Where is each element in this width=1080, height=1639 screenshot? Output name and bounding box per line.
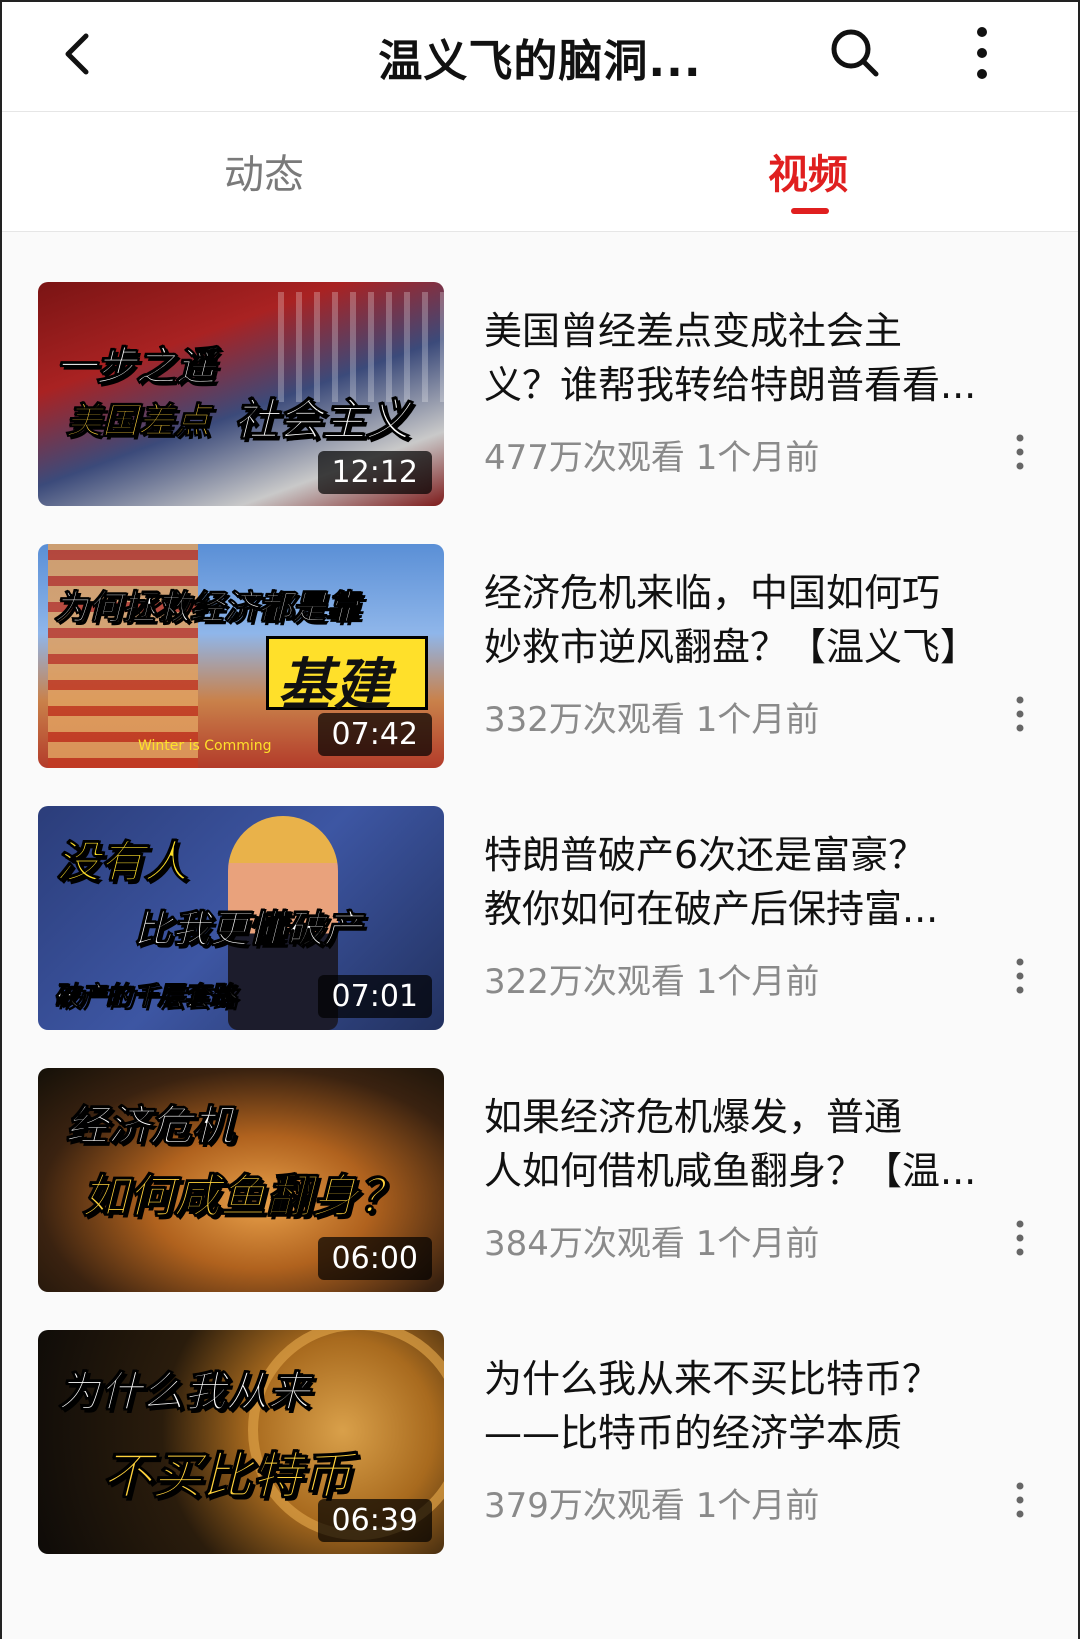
more-vertical-icon: [1016, 696, 1024, 732]
video-thumbnail[interactable]: 一步之遥 美国差点 社会主义 12:12: [38, 282, 444, 506]
video-stats: 332万次观看 1个月前: [484, 692, 1044, 741]
view-count: 477万次观看: [484, 438, 685, 478]
video-thumbnail[interactable]: 为何拯救经济都是靠 基建 Winter is Comming 07:42: [38, 544, 444, 768]
thumb-caption: 如何咸鱼翻身？: [82, 1169, 405, 1224]
view-count: 379万次观看: [484, 1486, 685, 1526]
video-item[interactable]: 一步之遥 美国差点 社会主义 12:12 美国曾经差点变成社会主 义？谁帮我转给…: [2, 282, 1078, 544]
view-count: 384万次观看: [484, 1224, 685, 1264]
view-count: 322万次观看: [484, 962, 685, 1002]
upload-age: 1个月前: [695, 700, 820, 740]
video-stats: 322万次观看 1个月前: [484, 954, 1044, 1003]
video-meta: 为什么我从来不买比特币？ ——比特币的经济学本质 379万次观看 1个月前: [484, 1352, 1044, 1527]
scaffold-graphic: [48, 544, 198, 768]
video-meta: 经济危机来临，中国如何巧 妙救市逆风翻盘？【温义飞】 332万次观看 1个月前: [484, 566, 1044, 741]
video-duration: 12:12: [317, 451, 432, 494]
app-screen: 温义飞的脑洞... 动态 视频 一步之遥 美国差点 社会主义 12:12 美国曾…: [0, 0, 1080, 1639]
item-more-button[interactable]: [1012, 1218, 1028, 1258]
video-item[interactable]: 为何拯救经济都是靠 基建 Winter is Comming 07:42 经济危…: [2, 544, 1078, 806]
video-item[interactable]: 经济危机 如何咸鱼翻身？ 06:00 如果经济危机爆发，普通 人如何借机咸鱼翻身…: [2, 1068, 1078, 1330]
item-more-button[interactable]: [1012, 956, 1028, 996]
video-duration: 06:39: [317, 1499, 432, 1542]
video-title-line: 妙救市逆风翻盘？【温义飞】: [484, 625, 979, 669]
video-meta: 特朗普破产6次还是富豪？ 教你如何在破产后保持富... 322万次观看 1个月前: [484, 828, 1044, 1003]
video-thumbnail[interactable]: 经济危机 如何咸鱼翻身？ 06:00: [38, 1068, 444, 1292]
video-title-line: 义？谁帮我转给特朗普看看...: [484, 363, 977, 407]
video-title[interactable]: 如果经济危机爆发，普通 人如何借机咸鱼翻身？【温...: [484, 1090, 1044, 1198]
page-title: 温义飞的脑洞...: [378, 35, 702, 87]
thumb-caption: 基建: [278, 653, 390, 718]
video-title-line: 如果经济危机爆发，普通: [484, 1095, 903, 1139]
thumb-caption: 经济危机: [65, 1101, 235, 1151]
video-title[interactable]: 为什么我从来不买比特币？ ——比特币的经济学本质: [484, 1352, 1044, 1460]
more-vertical-icon: [1016, 1220, 1024, 1256]
video-meta: 美国曾经差点变成社会主 义？谁帮我转给特朗普看看... 477万次观看 1个月前: [484, 304, 1044, 479]
chevron-left-icon: [65, 33, 89, 75]
video-title-line: 教你如何在破产后保持富...: [484, 887, 939, 931]
search-button[interactable]: [824, 22, 886, 84]
more-options-button[interactable]: [960, 20, 1004, 86]
video-title[interactable]: 经济危机来临，中国如何巧 妙救市逆风翻盘？【温义飞】: [484, 566, 1044, 674]
more-vertical-icon: [1016, 434, 1024, 470]
thumb-caption: 破产的千层套路: [53, 982, 237, 1013]
video-item[interactable]: 没有人 比我更懂破产 破产的千层套路 07:01 特朗普破产6次还是富豪？ 教你…: [2, 806, 1078, 1068]
thumb-caption: 为何拯救经济都是靠: [54, 588, 361, 629]
video-title-line: 人如何借机咸鱼翻身？【温...: [484, 1149, 977, 1193]
thumb-caption: 社会主义: [234, 395, 411, 447]
upload-age: 1个月前: [695, 1486, 820, 1526]
video-title[interactable]: 美国曾经差点变成社会主 义？谁帮我转给特朗普看看...: [484, 304, 1044, 412]
thumb-caption: 比我更懂破产: [133, 907, 363, 952]
video-stats: 477万次观看 1个月前: [484, 430, 1044, 479]
thumb-caption: 不买比特币: [102, 1447, 353, 1506]
item-more-button[interactable]: [1012, 432, 1028, 472]
back-button[interactable]: [50, 24, 110, 84]
video-title-line: 特朗普破产6次还是富豪？: [484, 833, 927, 877]
thumb-caption: 美国差点: [65, 401, 211, 443]
tab-videos[interactable]: 视频: [768, 142, 848, 200]
item-more-button[interactable]: [1012, 1480, 1028, 1520]
active-tab-indicator: [791, 208, 829, 214]
video-title-line: 美国曾经差点变成社会主: [484, 309, 903, 353]
tab-bar: 动态 视频: [2, 112, 1078, 232]
video-title-line: 为什么我从来不买比特币？: [484, 1357, 941, 1401]
video-title-line: 经济危机来临，中国如何巧: [484, 571, 941, 615]
more-vertical-icon: [977, 27, 987, 79]
video-duration: 06:00: [317, 1237, 432, 1280]
video-title[interactable]: 特朗普破产6次还是富豪？ 教你如何在破产后保持富...: [484, 828, 1044, 936]
tab-dynamic[interactable]: 动态: [224, 142, 304, 200]
view-count: 332万次观看: [484, 700, 685, 740]
video-stats: 384万次观看 1个月前: [484, 1216, 1044, 1265]
item-more-button[interactable]: [1012, 694, 1028, 734]
more-vertical-icon: [1016, 958, 1024, 994]
video-duration: 07:42: [317, 713, 432, 756]
thumb-caption: 为什么我从来: [57, 1367, 311, 1417]
video-thumbnail[interactable]: 为什么我从来 不买比特币 06:39: [38, 1330, 444, 1554]
thumb-caption: Winter is Comming: [138, 738, 272, 754]
thumb-caption: 没有人: [56, 837, 189, 889]
more-vertical-icon: [1016, 1482, 1024, 1518]
video-list: 一步之遥 美国差点 社会主义 12:12 美国曾经差点变成社会主 义？谁帮我转给…: [2, 232, 1078, 1639]
video-item[interactable]: 为什么我从来 不买比特币 06:39 为什么我从来不买比特币？ ——比特币的经济…: [2, 1330, 1078, 1592]
video-meta: 如果经济危机爆发，普通 人如何借机咸鱼翻身？【温... 384万次观看 1个月前: [484, 1090, 1044, 1265]
video-stats: 379万次观看 1个月前: [484, 1478, 1044, 1527]
video-thumbnail[interactable]: 没有人 比我更懂破产 破产的千层套路 07:01: [38, 806, 444, 1030]
header-bar: 温义飞的脑洞...: [2, 2, 1078, 112]
video-duration: 07:01: [317, 975, 432, 1018]
upload-age: 1个月前: [695, 1224, 820, 1264]
upload-age: 1个月前: [695, 962, 820, 1002]
upload-age: 1个月前: [695, 438, 820, 478]
video-title-line: ——比特币的经济学本质: [484, 1411, 903, 1455]
search-icon: [831, 29, 879, 77]
thumb-caption: 一步之遥: [56, 344, 217, 391]
